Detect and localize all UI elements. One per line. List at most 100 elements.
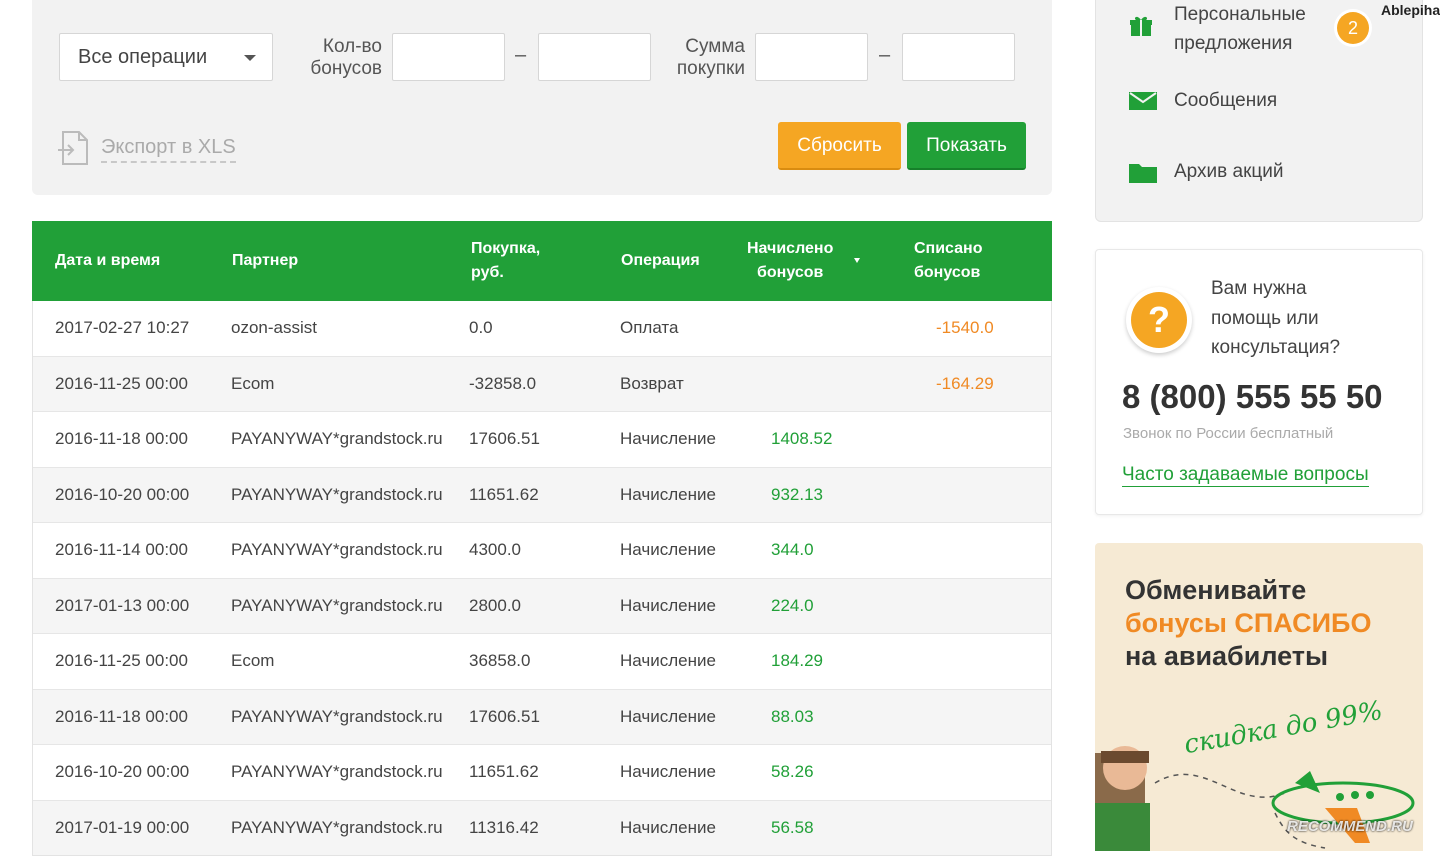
col-amount-header[interactable]: Покупка, руб. — [471, 221, 540, 301]
col-date-header[interactable]: Дата и время — [55, 221, 160, 301]
col-partner-header[interactable]: Партнер — [232, 221, 298, 301]
cell-spent: -1540.0 — [936, 318, 994, 337]
reset-button[interactable]: Сбросить — [778, 122, 901, 170]
table-body: 2017-02-27 10:27 ozon-assist 0.0 Оплата -154… — [33, 301, 1051, 855]
cell-operation: Начисление — [620, 651, 716, 670]
cell-earned: 1408.52 — [771, 429, 833, 448]
file-export-icon — [58, 131, 88, 165]
col-spent-label-line2: бонусов — [914, 264, 981, 281]
cell-partner: PAYANYWAY*grandstock.ru — [231, 595, 443, 615]
help-text-line1: Вам нужна — [1211, 278, 1307, 299]
promo-line-3: на авиабилеты — [1125, 641, 1329, 671]
bonus-count-label-line2: бонусов — [310, 58, 382, 79]
col-operation-label: Операция — [621, 252, 700, 269]
cell-amount: 17606.51 — [469, 706, 540, 726]
cell-date: 2017-01-19 00:00 — [55, 817, 190, 837]
cell-amount: 36858.0 — [469, 651, 531, 670]
promo-line-2: бонусы СПАСИБО — [1125, 608, 1372, 638]
sidebar-item-archive[interactable]: Архив акций — [1096, 155, 1422, 189]
table-row: 2017-02-27 10:27 ozon-assist 0.0 Оплата -154… — [33, 301, 1051, 356]
hotline-note: Звонок по России бесплатный — [1123, 425, 1334, 442]
sort-desc-icon[interactable] — [854, 258, 860, 263]
cell-amount: 4300.0 — [469, 540, 521, 559]
col-earned-label-line1: Начислено — [747, 240, 834, 257]
cell-operation: Начисление — [620, 706, 716, 726]
show-button[interactable]: Показать — [907, 122, 1026, 170]
col-spent-label-line1: Списано — [914, 240, 983, 257]
operation-type-value: Все операции — [78, 46, 208, 68]
gift-icon — [1130, 16, 1152, 36]
cell-date: 2017-02-27 10:27 — [55, 318, 190, 337]
col-amount-label-line1: Покупка, — [471, 240, 541, 257]
help-text-line3: консультация? — [1211, 337, 1341, 358]
notification-badge: 2 — [1337, 12, 1369, 44]
col-earned-header[interactable]: Начислено бонусов — [747, 221, 833, 301]
cell-earned: 58.26 — [771, 762, 814, 781]
cell-operation: Оплата — [620, 318, 679, 337]
cell-partner: Ecom — [231, 651, 275, 670]
purchase-sum-to-input[interactable] — [902, 33, 1015, 81]
question-icon: ? — [1126, 287, 1192, 353]
folder-icon — [1129, 164, 1157, 183]
purchase-sum-label-line1: Сумма — [685, 36, 745, 57]
sidebar-item-offers[interactable]: Персональные предложения 2 — [1096, 0, 1422, 70]
col-date-label: Дата и время — [55, 252, 161, 269]
cell-partner: PAYANYWAY*grandstock.ru — [231, 706, 443, 726]
range-dash: – — [515, 44, 527, 66]
cell-date: 2016-11-18 00:00 — [55, 706, 188, 726]
table-row: 2016-11-25 00:00 Ecom -32858.0 Возврат -164.… — [33, 355, 1051, 411]
cell-amount: -32858.0 — [469, 373, 537, 393]
bonus-count-to-input[interactable] — [538, 33, 651, 81]
operation-type-select[interactable]: Все операции — [59, 33, 273, 81]
bonus-count-label-line1: Кол-во — [322, 36, 382, 57]
bonus-count-label: Кол-во бонусов — [300, 36, 382, 80]
envelope-icon — [1129, 92, 1157, 110]
col-partner-label: Партнер — [232, 252, 299, 269]
help-text-line2: помощь или — [1211, 307, 1319, 329]
cell-earned: 88.03 — [771, 706, 814, 726]
cell-amount: 0.0 — [469, 318, 493, 337]
sidebar-item-messages-label: Сообщения — [1174, 90, 1278, 111]
hotline-phone: 8 (800) 555 55 50 — [1122, 378, 1383, 415]
cell-date: 2016-10-20 00:00 — [55, 484, 190, 504]
purchase-sum-from-input[interactable] — [755, 33, 868, 81]
cell-earned: 224.0 — [771, 595, 814, 615]
col-operation-header[interactable]: Операция — [621, 221, 700, 301]
cell-spent: -164.29 — [936, 373, 994, 393]
cell-amount: 17606.51 — [469, 429, 540, 448]
cell-operation: Начисление — [620, 817, 716, 837]
sidebar-item-offers-label: Персональные предложения — [1174, 0, 1306, 58]
table-row: 2016-10-20 00:00 PAYANYWAY*grandstock.ru 1… — [33, 466, 1051, 522]
cell-amount: 11316.42 — [469, 817, 539, 837]
export-xls-label: Экспорт в XLS — [101, 136, 236, 163]
cell-operation: Начисление — [620, 484, 716, 504]
cell-amount: 2800.0 — [469, 595, 521, 615]
faq-link[interactable]: Часто задаваемые вопросы — [1122, 464, 1369, 487]
chevron-down-icon — [244, 55, 256, 61]
promo-banner[interactable]: Обменивайте бонусы СПАСИБО на авиабилеты… — [1095, 543, 1423, 851]
col-spent-header[interactable]: Списано бонусов — [914, 221, 982, 301]
cell-partner: PAYANYWAY*grandstock.ru — [231, 762, 443, 781]
cell-operation: Возврат — [620, 373, 684, 393]
filter-panel: Все операции Кол-во бонусов – Сумма поку… — [32, 0, 1052, 195]
table-row: 2016-11-14 00:00 PAYANYWAY*grandstock.ru 4… — [33, 522, 1051, 578]
cell-partner: Ecom — [231, 373, 275, 393]
table-row: 2016-11-18 00:00 PAYANYWAY*grandstock.ru 1… — [33, 411, 1051, 467]
cell-partner: PAYANYWAY*grandstock.ru — [231, 540, 443, 559]
sidebar-item-messages[interactable]: Сообщения — [1096, 84, 1422, 118]
cell-earned: 932.13 — [771, 484, 823, 504]
author-watermark: Ablepiha — [1381, 2, 1440, 18]
bonus-count-from-input[interactable] — [392, 33, 505, 81]
col-earned-label-line2: бонусов — [757, 264, 824, 281]
cell-amount: 11651.62 — [469, 762, 539, 781]
range-dash: – — [879, 44, 891, 66]
table-row: 2017-01-19 00:00 PAYANYWAY*grandstock.ru 1… — [33, 799, 1051, 855]
cell-operation: Начисление — [620, 762, 716, 781]
cell-amount: 11651.62 — [469, 484, 539, 504]
cell-partner: PAYANYWAY*grandstock.ru — [231, 817, 443, 837]
cell-partner: ozon-assist — [231, 318, 317, 337]
table-row: 2016-11-25 00:00 Ecom 36858.0 Начисление 184… — [33, 633, 1051, 689]
table-row: 2017-01-13 00:00 PAYANYWAY*grandstock.ru 2… — [33, 577, 1051, 633]
promo-line-1: Обменивайте — [1125, 575, 1307, 605]
cell-earned: 344.0 — [771, 540, 814, 559]
